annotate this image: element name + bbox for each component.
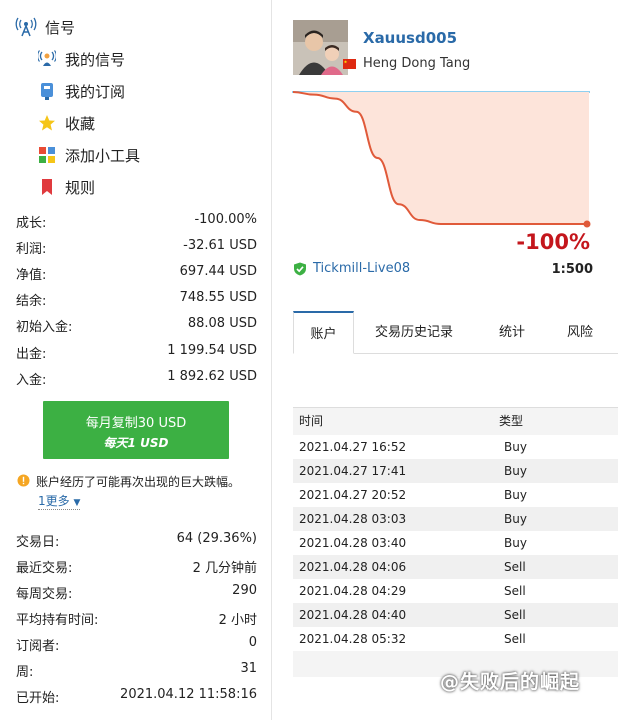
broker-link[interactable]: Tickmill-Live08 bbox=[293, 261, 410, 276]
trade-time: 2021.04.27 20:52 bbox=[299, 488, 407, 502]
broker-name: Tickmill-Live08 bbox=[313, 261, 411, 276]
warning-text: 账户经历了可能再次出现的巨大跌幅。 bbox=[36, 475, 241, 489]
stat-growth: 成长: -100.00% bbox=[16, 212, 257, 231]
growth-chart bbox=[292, 91, 591, 228]
trade-type: Sell bbox=[504, 608, 526, 622]
warning-icon bbox=[17, 474, 30, 487]
column-header-time: 时间 bbox=[299, 414, 324, 428]
trades-table: 时间 类型 2021.04.27 16:52 Buy 2021.04.27 17:4… bbox=[293, 407, 618, 677]
table-row[interactable]: 2021.04.28 03:40 Buy bbox=[293, 531, 618, 555]
author-name: Heng Dong Tang bbox=[363, 56, 471, 71]
tab-risk[interactable]: 风险 bbox=[556, 311, 604, 354]
chart-area bbox=[293, 92, 589, 224]
nav-item-rules[interactable]: 规则 bbox=[38, 175, 95, 199]
nav-item-my-subscriptions[interactable]: 我的订阅 bbox=[38, 79, 125, 103]
trade-type: Buy bbox=[504, 512, 527, 526]
nav-item-favorites[interactable]: 收藏 bbox=[38, 111, 95, 135]
trade-time: 2021.04.28 03:03 bbox=[299, 512, 407, 526]
china-flag-icon bbox=[343, 59, 356, 69]
table-row[interactable]: 2021.04.28 03:03 Buy bbox=[293, 507, 618, 531]
left-panel: 信号 我的信号 我的订阅 收藏 添加小工具 规则 成长: -100.00% 利润… bbox=[0, 0, 272, 720]
bookmark-icon bbox=[38, 178, 56, 196]
nav-item-my-signals[interactable]: 我的信号 bbox=[38, 47, 125, 71]
trade-time: 2021.04.28 04:40 bbox=[299, 608, 407, 622]
trade-type: Buy bbox=[504, 440, 527, 454]
antenna-person-icon bbox=[38, 50, 56, 68]
table-row[interactable]: 2021.04.27 20:52 Buy bbox=[293, 483, 618, 507]
signal-name-link[interactable]: Xauusd005 bbox=[363, 29, 457, 47]
nav-item-add-widget[interactable]: 添加小工具 bbox=[38, 143, 140, 167]
verified-shield-icon bbox=[293, 262, 307, 276]
subscribe-daily-price: 每天1 USD bbox=[103, 436, 169, 450]
antenna-icon bbox=[15, 16, 37, 38]
trade-type: Sell bbox=[504, 560, 526, 574]
trade-time: 2021.04.28 04:29 bbox=[299, 584, 407, 598]
table-row[interactable]: 2021.04.27 17:41 Buy bbox=[293, 459, 618, 483]
stat-initial-deposit: 初始入金: 88.08 USD bbox=[16, 316, 257, 335]
stat-balance: 结余: 748.55 USD bbox=[16, 290, 257, 309]
tab-trade-history[interactable]: 交易历史记录 bbox=[366, 311, 462, 354]
leverage-value: 1:500 bbox=[551, 262, 593, 277]
nav-item-label: 我的订阅 bbox=[65, 82, 126, 101]
stat-withdrawals: 出金: 1 199.54 USD bbox=[16, 343, 257, 362]
trade-time: 2021.04.28 04:06 bbox=[299, 560, 407, 574]
more-link[interactable]: 1更多 ▼ bbox=[38, 492, 81, 510]
trade-type: Sell bbox=[504, 632, 526, 646]
trade-type: Sell bbox=[504, 584, 526, 598]
table-row[interactable]: 2021.04.28 04:29 Sell bbox=[293, 579, 618, 603]
nav-item-label: 收藏 bbox=[65, 114, 96, 133]
trade-time: 2021.04.28 03:40 bbox=[299, 536, 407, 550]
chart-end-point bbox=[583, 220, 591, 228]
drawdown-warning: 账户经历了可能再次出现的巨大跌幅。 bbox=[17, 473, 240, 490]
stat-avg-holding-time: 平均持有时间: 2 小时 bbox=[16, 613, 257, 628]
table-row[interactable]: 2021.04.28 05:32 Sell bbox=[293, 627, 618, 651]
subscribe-monthly-price: 每月复制30 USD bbox=[85, 416, 187, 431]
table-row[interactable]: 2021.04.28 04:40 Sell bbox=[293, 603, 618, 627]
tab-statistics[interactable]: 统计 bbox=[488, 311, 536, 354]
stat-started: 已开始: 2021.04.12 11:58:16 bbox=[16, 687, 257, 706]
more-link-label: 1更多 bbox=[38, 494, 70, 508]
subscribe-button[interactable]: 每月复制30 USD 每天1 USD bbox=[43, 401, 229, 459]
table-row[interactable]: 2021.04.27 16:52 Buy bbox=[293, 435, 618, 459]
stat-trades-per-week: 每周交易: 290 bbox=[16, 583, 257, 602]
stat-subscribers: 订阅者: 0 bbox=[16, 635, 257, 654]
trade-type: Buy bbox=[504, 536, 527, 550]
tab-account[interactable]: 账户 bbox=[293, 311, 354, 354]
stat-profit: 利润: -32.61 USD bbox=[16, 238, 257, 257]
stat-deposits: 入金: 1 892.62 USD bbox=[16, 369, 257, 388]
stat-trading-days: 交易日: 64 (29.36%) bbox=[16, 531, 257, 550]
column-header-type: 类型 bbox=[499, 414, 524, 428]
caret-down-icon: ▼ bbox=[73, 498, 81, 508]
trade-type: Buy bbox=[504, 488, 527, 502]
subscription-icon bbox=[38, 82, 56, 100]
trade-time: 2021.04.27 17:41 bbox=[299, 464, 407, 478]
watermark: @失败后的崛起 bbox=[440, 671, 581, 693]
stat-weeks: 周: 31 bbox=[16, 661, 257, 680]
widget-icon bbox=[38, 146, 56, 164]
nav-header-signals[interactable]: 信号 bbox=[15, 16, 75, 38]
author-avatar[interactable] bbox=[293, 20, 348, 75]
stat-equity: 净值: 697.44 USD bbox=[16, 264, 257, 283]
trade-time: 2021.04.27 16:52 bbox=[299, 440, 407, 454]
nav-header-label: 信号 bbox=[45, 18, 76, 37]
nav-item-label: 规则 bbox=[65, 178, 96, 197]
trade-type: Buy bbox=[504, 464, 527, 478]
nav-item-label: 我的信号 bbox=[65, 50, 126, 69]
star-icon bbox=[38, 114, 56, 132]
tab-bar: 账户 交易历史记录 统计 风险 bbox=[293, 311, 618, 354]
stat-latest-trade: 最近交易: 2 几分钟前 bbox=[16, 561, 257, 576]
nav-item-label: 添加小工具 bbox=[65, 146, 141, 165]
trade-time: 2021.04.28 05:32 bbox=[299, 632, 407, 646]
growth-value: -100% bbox=[516, 230, 590, 254]
table-row[interactable]: 2021.04.28 04:06 Sell bbox=[293, 555, 618, 579]
